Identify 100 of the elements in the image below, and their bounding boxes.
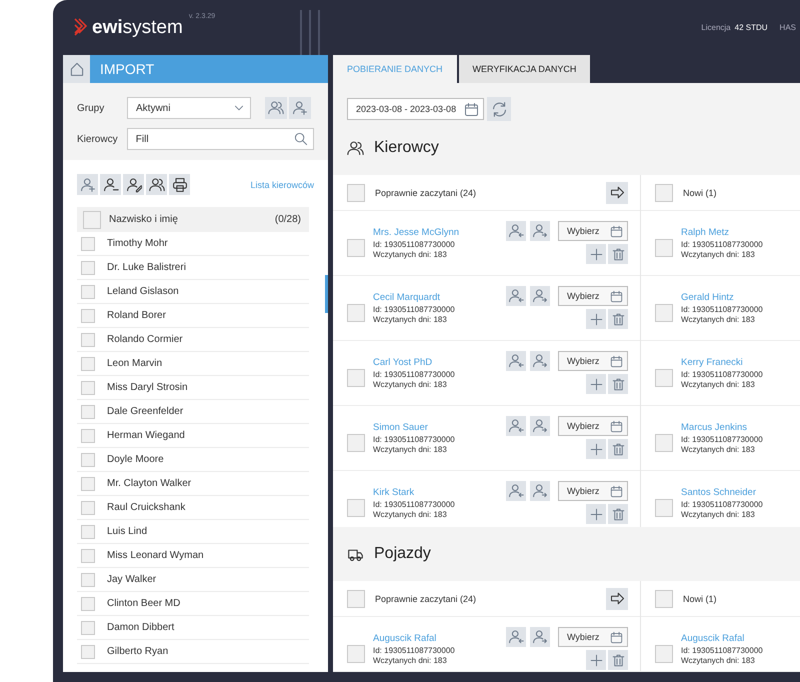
transfer-button[interactable]: [606, 588, 628, 610]
date-range-field[interactable]: 2023-03-08 - 2023-03-08: [347, 98, 484, 120]
date-pick-button[interactable]: Wybierz: [558, 481, 628, 501]
tab[interactable]: POBIERANIE DANYCH: [333, 55, 457, 83]
add-button[interactable]: [586, 309, 606, 329]
checkbox[interactable]: [347, 499, 365, 517]
checkbox[interactable]: [347, 184, 365, 202]
checkbox[interactable]: [347, 304, 365, 322]
add-button[interactable]: [586, 504, 606, 524]
driver-name: Roland Borer: [107, 310, 166, 321]
move-left-button[interactable]: [506, 416, 526, 436]
checkbox[interactable]: [81, 596, 95, 610]
move-right-button[interactable]: [530, 286, 550, 306]
home-button[interactable]: [63, 55, 90, 83]
move-left-button[interactable]: [506, 481, 526, 501]
checkbox[interactable]: [81, 524, 95, 538]
people-icon: [268, 100, 284, 116]
search-field[interactable]: Fill: [126, 128, 314, 150]
move-right-button[interactable]: [530, 351, 550, 371]
move-right-button[interactable]: [530, 481, 550, 501]
checkbox[interactable]: [655, 499, 673, 517]
license-value: 42 STDU: [734, 23, 768, 32]
checkbox[interactable]: [81, 500, 95, 514]
record-name[interactable]: Cecil Marquardt: [373, 292, 455, 303]
add-button[interactable]: [586, 650, 606, 670]
print-button[interactable]: [169, 174, 190, 195]
checkbox[interactable]: [81, 404, 95, 418]
record-name[interactable]: Mrs. Jesse McGlynn: [373, 227, 460, 238]
record-name[interactable]: Santos Schneider: [681, 487, 763, 498]
record-name[interactable]: Auguscik Rafal: [373, 633, 455, 644]
checkbox[interactable]: [81, 548, 95, 562]
checkbox[interactable]: [347, 590, 365, 608]
checkbox[interactable]: [81, 572, 95, 586]
date-pick-button[interactable]: Wybierz: [558, 286, 628, 306]
record-name[interactable]: Carl Yost PhD: [373, 357, 455, 368]
add-button[interactable]: [586, 439, 606, 459]
checkbox[interactable]: [655, 184, 673, 202]
record-name[interactable]: Ralph Metz: [681, 227, 763, 238]
user-arrow-right-icon: [532, 288, 548, 304]
checkbox[interactable]: [81, 620, 95, 634]
checkbox[interactable]: [347, 434, 365, 452]
record-name[interactable]: Kerry Franecki: [681, 357, 763, 368]
checkbox[interactable]: [81, 452, 95, 466]
checkbox[interactable]: [81, 284, 95, 298]
checkbox[interactable]: [81, 644, 95, 658]
add-user-button[interactable]: [289, 97, 311, 119]
checkbox[interactable]: [81, 332, 95, 346]
checkbox[interactable]: [81, 356, 95, 370]
driver-list-link[interactable]: Lista kierowców: [250, 180, 314, 190]
checkbox[interactable]: [81, 476, 95, 490]
record-name[interactable]: Simon Sauer: [373, 422, 455, 433]
edit-driver-button[interactable]: [123, 174, 144, 195]
transfer-button[interactable]: [606, 182, 628, 204]
move-left-button[interactable]: [506, 221, 526, 241]
refresh-button[interactable]: [487, 97, 511, 121]
checkbox[interactable]: [347, 239, 365, 257]
date-pick-button[interactable]: Wybierz: [558, 627, 628, 647]
record-name[interactable]: Kirk Stark: [373, 487, 455, 498]
move-right-button[interactable]: [530, 416, 550, 436]
move-left-button[interactable]: [506, 286, 526, 306]
checkbox[interactable]: [655, 239, 673, 257]
checkbox[interactable]: [83, 210, 101, 228]
move-right-button[interactable]: [530, 221, 550, 241]
checkbox[interactable]: [81, 428, 95, 442]
checkbox[interactable]: [655, 645, 673, 663]
group-select[interactable]: Aktywni: [127, 97, 251, 119]
record-name[interactable]: Gerald Hintz: [681, 292, 763, 303]
checkbox[interactable]: [655, 590, 673, 608]
checkbox[interactable]: [347, 369, 365, 387]
checkbox[interactable]: [347, 645, 365, 663]
checkbox[interactable]: [655, 434, 673, 452]
tab[interactable]: WERYFIKACJA DANYCH: [458, 55, 590, 83]
delete-button[interactable]: [608, 309, 628, 329]
record-name[interactable]: Auguscik Rafal: [681, 633, 763, 644]
move-right-button[interactable]: [530, 627, 550, 647]
date-pick-button[interactable]: Wybierz: [558, 416, 628, 436]
delete-button[interactable]: [608, 374, 628, 394]
checkbox[interactable]: [655, 369, 673, 387]
delete-button[interactable]: [608, 650, 628, 670]
checkbox[interactable]: [81, 308, 95, 322]
record-name[interactable]: Marcus Jenkins: [681, 422, 763, 433]
driver-name: Miss Daryl Strosin: [107, 382, 188, 393]
date-pick-button[interactable]: Wybierz: [558, 351, 628, 371]
delete-button[interactable]: [608, 439, 628, 459]
move-left-button[interactable]: [506, 627, 526, 647]
remove-driver-button[interactable]: [100, 174, 121, 195]
move-left-button[interactable]: [506, 351, 526, 371]
checkbox[interactable]: [81, 260, 95, 274]
checkbox[interactable]: [81, 380, 95, 394]
date-pick-button[interactable]: Wybierz: [558, 221, 628, 241]
delete-button[interactable]: [608, 244, 628, 264]
scrollbar-thumb[interactable]: [325, 275, 328, 313]
plus-icon: [588, 246, 604, 262]
checkbox[interactable]: [81, 236, 95, 250]
add-button[interactable]: [586, 374, 606, 394]
group-button[interactable]: [146, 174, 167, 195]
delete-button[interactable]: [608, 504, 628, 524]
app-logo: ewisystem: [92, 16, 183, 38]
checkbox[interactable]: [655, 304, 673, 322]
add-button[interactable]: [586, 244, 606, 264]
